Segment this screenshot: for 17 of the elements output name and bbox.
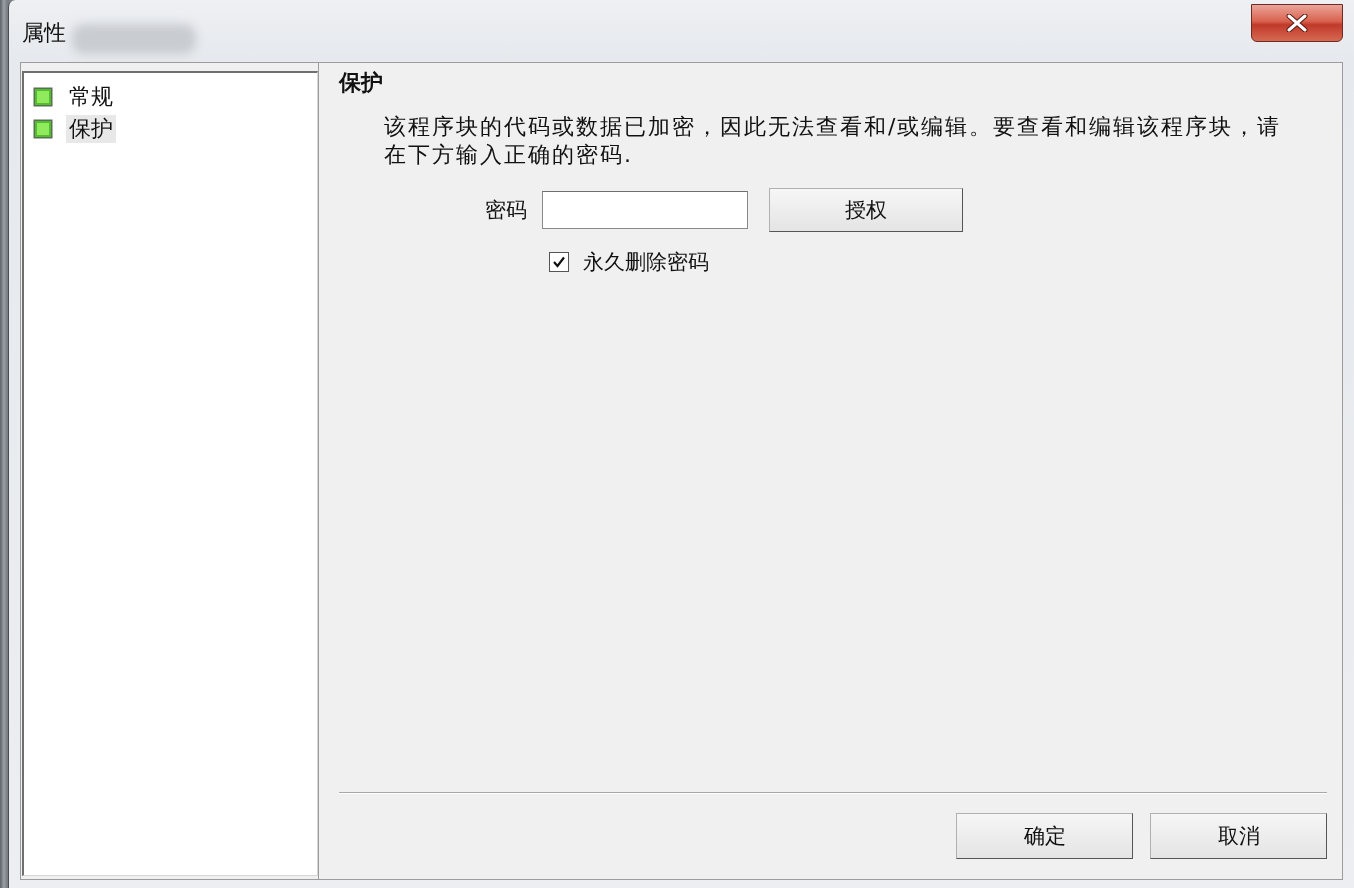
check-icon bbox=[553, 256, 565, 268]
checkbox-label: 永久删除密码 bbox=[583, 249, 709, 276]
status-square-icon bbox=[33, 119, 53, 139]
close-button[interactable] bbox=[1251, 4, 1343, 42]
window-title: 属性 bbox=[22, 20, 66, 46]
checkbox[interactable] bbox=[549, 252, 569, 272]
close-icon bbox=[1286, 14, 1308, 32]
tree-item[interactable]: 保护 bbox=[66, 115, 116, 143]
password-field[interactable] bbox=[542, 191, 748, 229]
authorize-button[interactable]: 授权 bbox=[769, 188, 963, 232]
status-square-icon bbox=[33, 87, 53, 107]
section-heading: 保护 bbox=[339, 69, 384, 97]
dialog-button[interactable]: 确定 bbox=[956, 813, 1133, 859]
description-text: 该程序块的代码或数据已加密，因此无法查看和/或编辑。要查看和编辑该程序块，请在下方输入正确的密码. bbox=[384, 113, 1283, 169]
field-label: 密码 bbox=[485, 197, 527, 224]
tree-item[interactable]: 常规 bbox=[66, 83, 116, 111]
dialog-button[interactable]: 取消 bbox=[1150, 813, 1327, 859]
